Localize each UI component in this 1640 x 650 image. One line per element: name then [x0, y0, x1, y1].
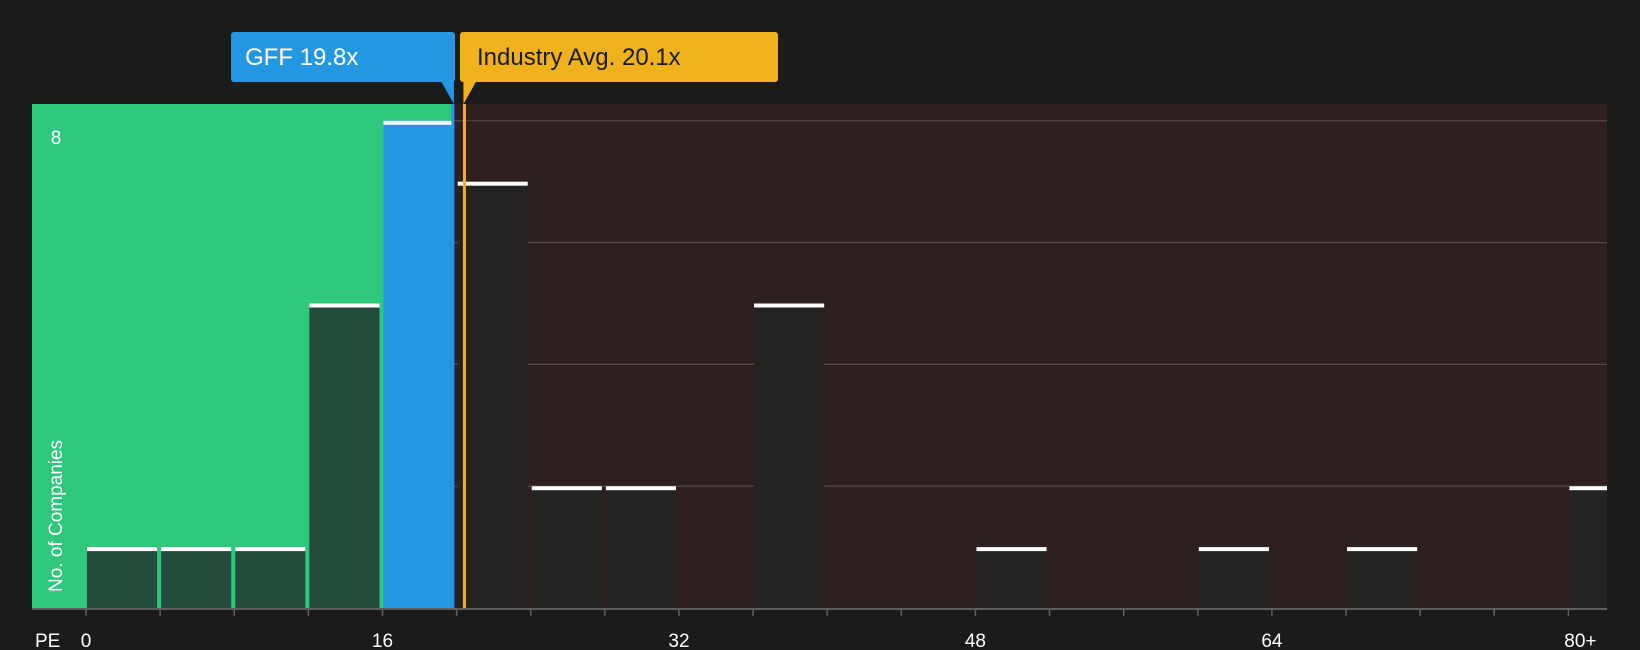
x-tick-label: 32 — [668, 631, 689, 650]
histogram-bar — [1198, 547, 1269, 608]
x-tick-label: 64 — [1261, 631, 1283, 650]
histogram-bar-cap — [976, 547, 1047, 552]
histogram-bar — [531, 486, 602, 608]
histogram-bar — [383, 120, 454, 609]
histogram-bar — [1347, 547, 1418, 608]
x-axis: 0 16 32 48 64 80+ — [32, 608, 1607, 650]
histogram-bar — [1569, 486, 1607, 608]
histogram-bar — [976, 547, 1047, 608]
gff-callout-pointer — [440, 81, 454, 104]
y-axis-label: No. of Companies — [46, 440, 67, 592]
histogram-bar-cap — [457, 181, 528, 186]
histogram-bar — [161, 547, 232, 608]
x-tick-label: 0 — [81, 631, 92, 650]
industry-avg-callout-pointer — [463, 81, 477, 104]
histogram-bar — [754, 303, 825, 608]
histogram-bar-cap — [1347, 547, 1418, 552]
histogram-bar-cap — [531, 486, 602, 491]
histogram-bar-cap — [754, 303, 825, 308]
histogram-bar — [457, 181, 528, 608]
pe-distribution-chart: 0 16 32 48 64 80+ GFF 19.8x Industry Avg. 20.1… — [32, 32, 1607, 650]
industry-avg-callout-label: Industry Avg. 20.1x — [477, 44, 681, 71]
histogram-bar-cap — [161, 547, 232, 552]
x-tick-label: 80+ — [1564, 631, 1596, 650]
x-tick-label: 16 — [372, 631, 393, 650]
histogram-bar-cap — [309, 303, 380, 308]
histogram-bar-cap — [235, 547, 306, 552]
histogram-bar — [309, 303, 380, 608]
x-tick-label: 48 — [965, 631, 986, 650]
histogram-bar-cap — [87, 547, 158, 552]
x-axis-label: PE — [35, 631, 60, 650]
histogram-bar-cap — [605, 486, 676, 491]
histogram-bar — [605, 486, 676, 608]
histogram-bar — [87, 547, 158, 608]
histogram-bar-cap — [1198, 547, 1269, 552]
y-tick-label: 8 — [51, 128, 62, 149]
gff-callout-label: GFF 19.8x — [245, 44, 358, 71]
histogram-bar-cap — [1569, 486, 1607, 491]
histogram-bar — [235, 547, 306, 608]
histogram-bar-cap — [383, 120, 454, 125]
